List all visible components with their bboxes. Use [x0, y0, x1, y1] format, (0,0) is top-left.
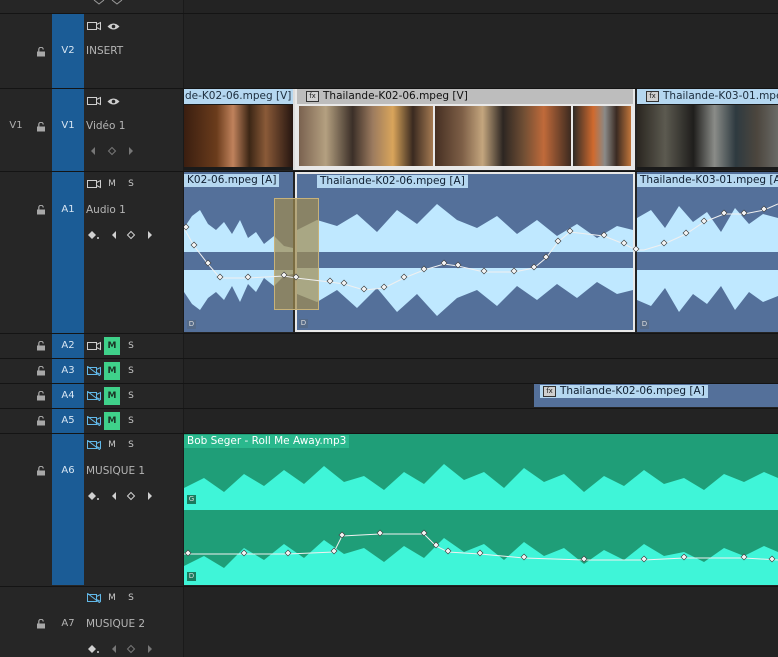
a6-solo-button[interactable]: S	[126, 439, 136, 451]
a2-lock-icon[interactable]	[36, 341, 46, 351]
a7-mute-button[interactable]: M	[107, 592, 117, 604]
a2-mute-button[interactable]: M	[104, 337, 120, 355]
v1-track-id: V1	[61, 120, 75, 131]
a6-show-keyframes-icon[interactable]	[88, 492, 96, 500]
v1-clip-c-thumbnail	[637, 105, 778, 167]
v1-clip-b-title: fx Thailande-K02-06.mpeg [V]	[303, 90, 471, 103]
a4-clip-a-name: Thailande-K02-06.mpeg [A]	[560, 385, 705, 397]
a7-show-keyframes-icon[interactable]	[88, 645, 96, 653]
v1-clip-c-name: Thailande-K03-01.mpeg	[663, 90, 778, 102]
a5-solo-button[interactable]: S	[126, 415, 136, 427]
a2-solo-button[interactable]: S	[126, 340, 136, 352]
a1-keyframe-nav	[88, 230, 152, 240]
a6-prev-keyframe-icon[interactable]	[112, 492, 116, 500]
a5-track-id: A5	[61, 415, 75, 426]
a5-sync-lock-off-icon[interactable]	[87, 416, 101, 426]
v1-clip-b-name: Thailande-K02-06.mpeg [V]	[323, 90, 468, 102]
a6-sync-lock-off-icon[interactable]	[87, 440, 101, 450]
a4-lock-icon[interactable]	[36, 391, 46, 401]
a4-sync-lock-off-icon[interactable]	[87, 391, 101, 401]
a7-solo-button[interactable]: S	[126, 592, 136, 604]
a2-sync-lock-icon[interactable]	[87, 341, 101, 351]
a3-lock-icon[interactable]	[36, 366, 46, 376]
a6-volume-rubberband[interactable]	[184, 434, 778, 585]
a1-add-keyframe-icon[interactable]	[126, 230, 136, 240]
a4-clip-a-fx-badge: fx	[543, 385, 556, 397]
v2-track-name: INSERT	[86, 45, 124, 57]
top-partial-icons	[93, 0, 123, 5]
a4-clip-a-title: fx Thailande-K02-06.mpeg [A]	[540, 385, 708, 398]
v1-clip-c-title: fx Thailande-K03-01.mpeg	[643, 90, 778, 103]
a5-lock-icon[interactable]	[36, 416, 46, 426]
v1-clip-a-thumbnail	[184, 105, 293, 167]
a1-target[interactable]	[52, 172, 84, 333]
a6-track-id: A6	[61, 465, 75, 476]
v1-eye-icon[interactable]	[107, 97, 120, 106]
v1-clip-b-thumbnail-3	[573, 106, 631, 166]
a7-prev-keyframe-icon[interactable]	[112, 645, 116, 653]
a6-mute-button[interactable]: M	[107, 439, 117, 451]
a6-next-keyframe-icon[interactable]	[148, 492, 152, 500]
a3-sync-lock-off-icon[interactable]	[87, 366, 101, 376]
v1-clip-b-thumbnail-1	[299, 106, 433, 166]
a1-mute-button[interactable]: M	[107, 178, 117, 190]
a3-solo-button[interactable]: S	[126, 365, 136, 377]
v2-track-id: V2	[61, 45, 75, 56]
a6-track-name: MUSIQUE 1	[86, 465, 146, 477]
a1-lock-icon[interactable]	[36, 205, 46, 215]
v1-lock-icon[interactable]	[36, 122, 46, 132]
v2-eye-icon[interactable]	[107, 22, 120, 31]
a7-track-id: A7	[61, 618, 75, 629]
v1-clip-c[interactable]: fx Thailande-K03-01.mpeg	[637, 89, 778, 170]
a7-keyframe-nav	[88, 644, 152, 654]
a7-sync-lock-off-icon[interactable]	[87, 593, 101, 603]
a4-clip-a[interactable]: fx Thailande-K02-06.mpeg [A]	[534, 384, 778, 407]
v2-camera-icon[interactable]	[87, 21, 101, 31]
v1-prev-keyframe-icon[interactable]	[91, 147, 95, 155]
a7-add-keyframe-icon[interactable]	[126, 644, 136, 654]
v1-keyframe-nav	[91, 146, 133, 156]
v1-clip-c-fx-badge: fx	[646, 90, 659, 102]
a4-solo-button[interactable]: S	[126, 390, 136, 402]
a1-prev-keyframe-icon[interactable]	[112, 231, 116, 239]
v1-clip-b-fx-badge: fx	[306, 90, 319, 102]
v1-clip-a-title: de-K02-06.mpeg [V]	[185, 90, 292, 102]
v1-camera-icon[interactable]	[87, 96, 101, 106]
v1-track-name: Vidéo 1	[86, 120, 126, 132]
a1-solo-button[interactable]: S	[126, 178, 136, 190]
v1-clip-b-thumbnail-2	[435, 106, 571, 166]
a1-volume-rubberband[interactable]	[184, 172, 778, 332]
v1-clip-b[interactable]: fx Thailande-K02-06.mpeg [V]	[295, 89, 635, 170]
a7-track-name: MUSIQUE 2	[86, 618, 146, 630]
a4-track-id: A4	[61, 390, 75, 401]
a1-track-name: Audio 1	[86, 204, 126, 216]
a5-mute-button[interactable]: M	[104, 412, 120, 430]
a1-sync-lock-icon[interactable]	[87, 179, 101, 189]
v1-clip-a[interactable]: de-K02-06.mpeg [V]	[184, 89, 295, 170]
a1-track-id: A1	[61, 204, 75, 215]
a6-target[interactable]	[52, 434, 84, 585]
v1-source-patch[interactable]: V1	[4, 120, 28, 131]
a7-next-keyframe-icon[interactable]	[148, 645, 152, 653]
a3-mute-button[interactable]: M	[104, 362, 120, 380]
a6-keyframe-nav	[88, 491, 152, 501]
a6-lock-icon[interactable]	[36, 466, 46, 476]
a6-add-keyframe-icon[interactable]	[126, 491, 136, 501]
v1-next-keyframe-icon[interactable]	[129, 147, 133, 155]
v1-add-keyframe-icon[interactable]	[107, 146, 117, 156]
a2-track-id: A2	[61, 340, 75, 351]
a1-next-keyframe-icon[interactable]	[148, 231, 152, 239]
a4-mute-button[interactable]: M	[104, 387, 120, 405]
a1-show-keyframes-icon[interactable]	[88, 231, 96, 239]
a7-lock-icon[interactable]	[36, 619, 46, 629]
v2-lock-icon[interactable]	[36, 47, 46, 57]
a3-track-id: A3	[61, 365, 75, 376]
